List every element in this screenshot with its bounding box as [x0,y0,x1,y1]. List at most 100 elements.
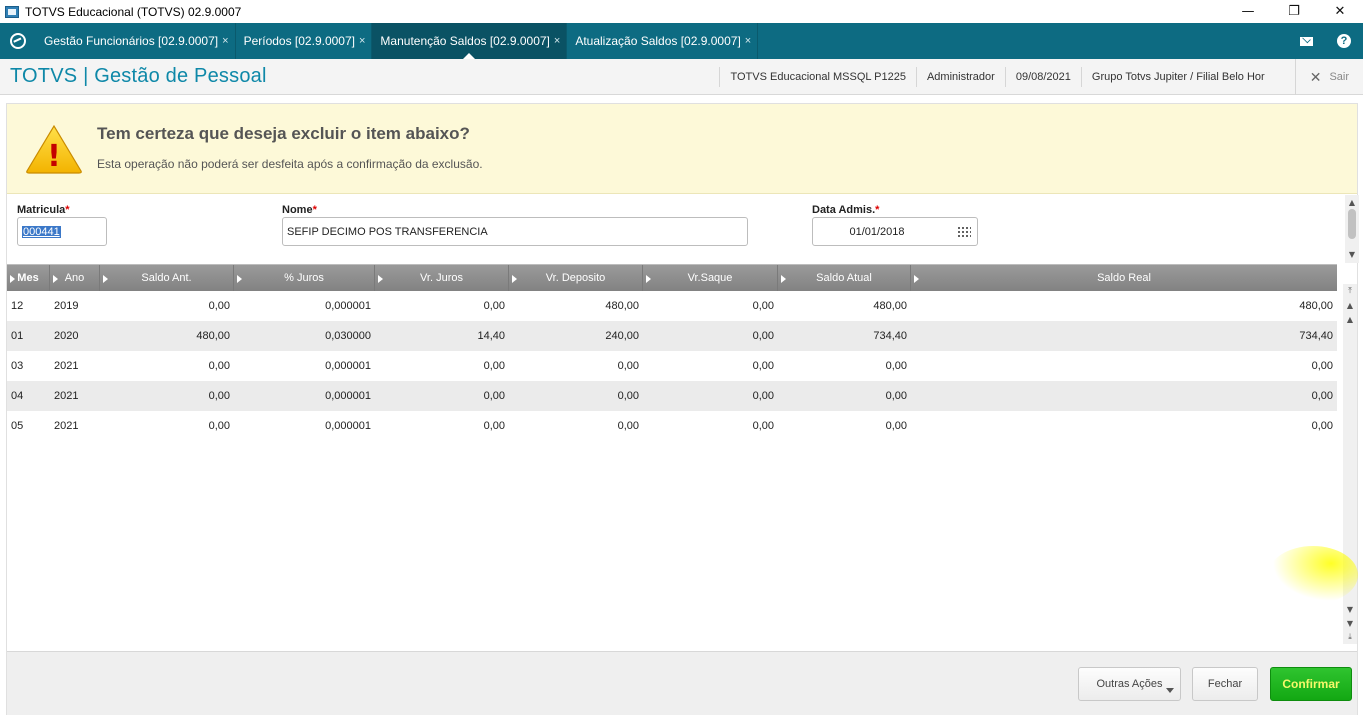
record-fields: Matricula* 000441 Nome* SEFIP DECIMO POS… [7,195,1343,263]
table-row[interactable]: 12 2019 0,00 0,000001 0,00 480,00 0,00 4… [7,291,1337,321]
tab-label: Gestão Funcionários [02.9.0007] [44,34,219,48]
matricula-field[interactable]: 000441 [17,217,107,246]
logout-button[interactable]: ✕ Sair [1294,59,1363,95]
nome-field[interactable]: SEFIP DECIMO POS TRANSFERENCIA [282,217,748,246]
table-row[interactable]: 01 2020 480,00 0,030000 14,40 240,00 0,0… [7,321,1337,351]
table-row[interactable]: 04 2021 0,00 0,000001 0,00 0,00 0,00 0,0… [7,381,1337,411]
minimize-button[interactable]: — [1225,0,1271,23]
required-mark: * [312,204,317,216]
window-titlebar: TOTVS Educacional (TOTVS) 02.9.0007 — ❐ … [0,0,1363,23]
form-scrollbar[interactable]: ▲ ▼ [1345,195,1359,263]
cell-saldo-ant: 0,00 [208,390,230,402]
cell-saldo-real: 0,00 [1311,390,1333,402]
home-button[interactable] [0,23,36,59]
grid-header: Mes Ano Saldo Ant. % Juros Vr. Juros Vr.… [7,265,1337,291]
tab-label: Manutenção Saldos [02.9.0007] [380,34,550,48]
column-header-vr-deposito[interactable]: Vr. Deposito [509,265,643,291]
column-header-vr-juros[interactable]: Vr. Juros [375,265,509,291]
user-info: Administrador [915,67,1005,87]
cell-ano: 2021 [54,360,79,372]
tab-atualizacao-saldos[interactable]: Atualização Saldos [02.9.0007] × [567,23,759,59]
cell-juros: 0,000001 [325,390,371,402]
restore-button[interactable]: ❐ [1271,0,1317,23]
scroll-page-up-icon[interactable]: ▲ [1343,298,1357,312]
help-icon: ? [1337,34,1351,48]
cell-vr-saque: 0,00 [752,360,774,372]
tab-close-icon[interactable]: × [222,35,228,47]
column-header-saldo-ant[interactable]: Saldo Ant. [100,265,234,291]
close-window-button[interactable]: ✕ [1317,0,1363,23]
table-row[interactable]: 05 2021 0,00 0,000001 0,00 0,00 0,00 0,0… [7,411,1337,441]
tab-close-icon[interactable]: × [554,35,560,47]
scroll-up-icon[interactable]: ▲ [1343,312,1357,326]
cell-vr-deposito: 240,00 [605,330,639,342]
cell-saldo-real: 0,00 [1311,420,1333,432]
tab-close-icon[interactable]: × [745,35,751,47]
column-header-saldo-atual[interactable]: Saldo Atual [778,265,911,291]
cell-saldo-ant: 480,00 [196,330,230,342]
date-info: 09/08/2021 [1004,67,1081,87]
cell-mes: 12 [11,300,24,312]
column-arrow-icon [512,275,517,283]
cell-vr-saque: 0,00 [752,390,774,402]
column-header-juros[interactable]: % Juros [234,265,375,291]
app-icon [5,5,19,18]
data-admis-label-text: Data Admis. [812,204,876,216]
column-header-saldo-real[interactable]: Saldo Real [911,265,1337,291]
confirmar-button[interactable]: Confirmar [1270,667,1352,701]
data-admis-value: 01/01/2018 [849,225,905,238]
fechar-label: Fechar [1207,678,1243,690]
column-header-vr-saque[interactable]: Vr.Saque [643,265,778,291]
column-arrow-icon [646,275,651,283]
tab-label: Atualização Saldos [02.9.0007] [575,34,741,48]
cell-vr-saque: 0,00 [752,330,774,342]
scroll-thumb[interactable] [1348,209,1356,239]
table-row[interactable]: 03 2021 0,00 0,000001 0,00 0,00 0,00 0,0… [7,351,1337,381]
company-info: Grupo Totvs Jupiter / Filial Belo Hor [1080,67,1275,87]
scroll-bottom-icon[interactable]: ⤓ [1343,630,1357,644]
calendar-icon[interactable] [957,226,971,237]
scroll-page-down-icon[interactable]: ▼ [1343,616,1357,630]
tab-periodos[interactable]: Períodos [02.9.0007] × [236,23,373,59]
scroll-down-icon[interactable]: ▼ [1345,247,1359,261]
logout-label: Sair [1329,71,1349,83]
outras-acoes-button[interactable]: Outras Ações [1078,667,1181,701]
help-button[interactable]: ? [1325,23,1363,59]
tab-close-icon[interactable]: × [359,35,365,47]
scroll-up-icon[interactable]: ▲ [1345,195,1359,209]
data-admis-field[interactable]: 01/01/2018 [812,217,978,246]
cell-saldo-real: 480,00 [1299,300,1333,312]
tabbar-actions: ? [1287,23,1363,59]
scroll-down-icon[interactable]: ▼ [1343,602,1357,616]
warning-banner: ! Tem certeza que deseja excluir o item … [7,104,1357,194]
scroll-track[interactable] [1343,326,1357,602]
cell-saldo-real: 0,00 [1311,360,1333,372]
cell-juros: 0,000001 [325,360,371,372]
action-footer: Outras Ações Fechar Confirmar [7,651,1357,715]
fechar-button[interactable]: Fechar [1192,667,1258,701]
cell-vr-juros: 0,00 [483,390,505,402]
tab-gestao-funcionarios[interactable]: Gestão Funcionários [02.9.0007] × [36,23,236,59]
cell-ano: 2021 [54,420,79,432]
cell-vr-deposito: 0,00 [617,420,639,432]
cell-saldo-atual: 480,00 [873,300,907,312]
column-header-mes[interactable]: Mes [7,265,50,291]
grid-scrollbar[interactable]: ⤒ ▲ ▲ ▼ ▼ ⤓ [1343,284,1357,644]
tab-manutencao-saldos[interactable]: Manutenção Saldos [02.9.0007] × [372,23,568,59]
cell-juros: 0,000001 [325,420,371,432]
warning-subtitle: Esta operação não poderá ser desfeita ap… [97,157,483,171]
saldos-grid: Mes Ano Saldo Ant. % Juros Vr. Juros Vr.… [7,264,1337,649]
column-arrow-icon [103,275,108,283]
outras-acoes-label: Outras Ações [1096,678,1163,690]
grid-body: 12 2019 0,00 0,000001 0,00 480,00 0,00 4… [7,291,1337,441]
cell-vr-juros: 0,00 [483,300,505,312]
cell-juros: 0,000001 [325,300,371,312]
cell-saldo-ant: 0,00 [208,420,230,432]
server-info: TOTVS Educacional MSSQL P1225 [719,67,915,87]
messages-button[interactable] [1287,23,1325,59]
window-title: TOTVS Educacional (TOTVS) 02.9.0007 [25,4,242,19]
scroll-top-icon[interactable]: ⤒ [1343,284,1357,298]
cell-vr-deposito: 480,00 [605,300,639,312]
column-header-ano[interactable]: Ano [50,265,100,291]
cell-saldo-atual: 0,00 [885,360,907,372]
